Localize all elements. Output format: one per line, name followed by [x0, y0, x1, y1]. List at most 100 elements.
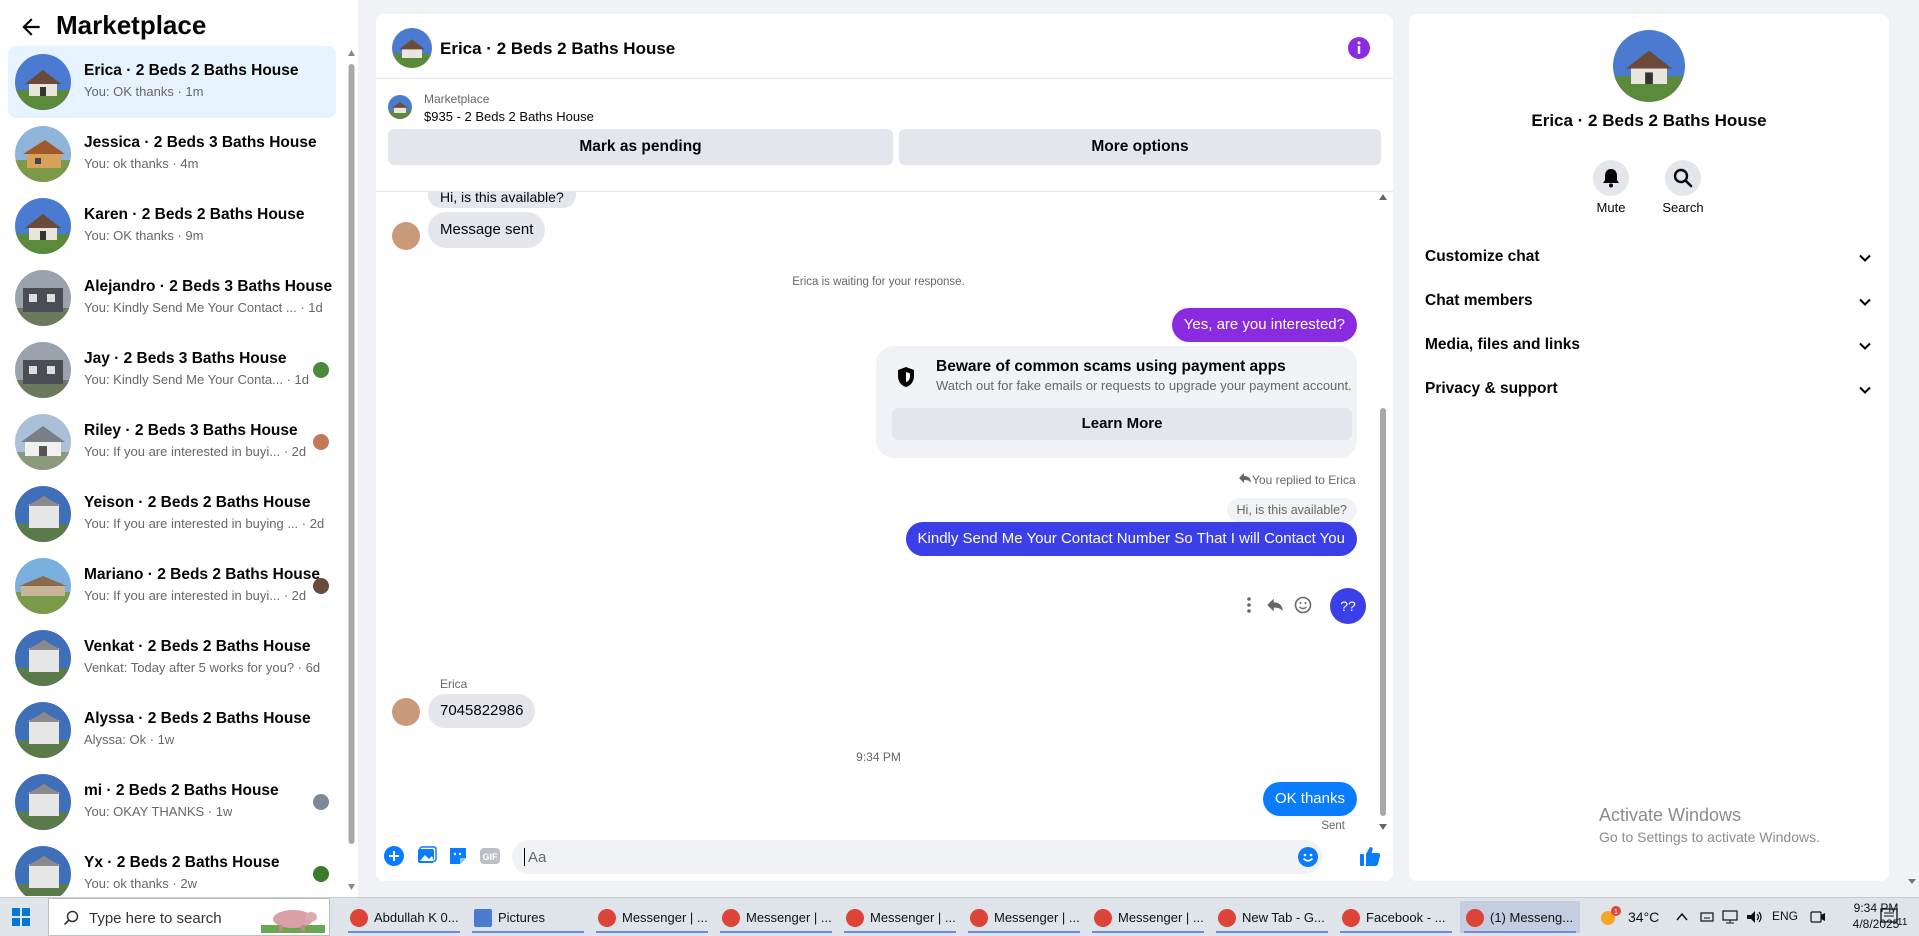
mute-button[interactable] [1593, 160, 1629, 196]
message-input[interactable]: Aa [512, 840, 1322, 874]
seen-avatar [313, 578, 329, 594]
conversation-item[interactable]: Mariano · 2 Beds 2 Baths House You: If y… [8, 550, 336, 622]
waiting-notice: Erica is waiting for your response. [792, 276, 965, 288]
emoji-icon[interactable] [1298, 847, 1318, 867]
message-bubble-outgoing: Kindly Send Me Your Contact Number So Th… [905, 522, 1357, 556]
sidebar-header: Marketplace [0, 0, 358, 50]
conversation-item[interactable]: Venkat · 2 Beds 2 Baths House Venkat: To… [8, 622, 336, 694]
mute-label: Mute [1596, 200, 1626, 215]
pig-decoration-icon [261, 910, 325, 933]
replied-label: You replied to Erica [1252, 473, 1356, 487]
erica-avatar [392, 222, 420, 250]
reply-action-icon[interactable] [1266, 597, 1284, 613]
taskbar-app[interactable]: Messenger | ... [964, 901, 1084, 933]
conversation-item[interactable]: Karen · 2 Beds 2 Baths House You: OK tha… [8, 190, 336, 262]
meet-now-icon[interactable] [1810, 910, 1826, 924]
message-thread: Hi, is this available? Message sent Eric… [376, 192, 1381, 832]
conversation-item[interactable]: Yeison · 2 Beds 2 Baths House You: If yo… [8, 478, 336, 550]
conversation-item[interactable]: Yx · 2 Beds 2 Baths House You: ok thanks… [8, 838, 336, 896]
taskbar-app[interactable]: Messenger | ... [1088, 901, 1208, 933]
windows-taskbar: Type here to search Abdullah K 0... Pict… [0, 897, 1919, 936]
info-icon[interactable] [1348, 37, 1370, 59]
chat-panel: Erica · 2 Beds 2 Baths House Marketplace… [376, 14, 1393, 881]
page-scroll-down-icon[interactable] [1907, 876, 1917, 886]
gif-icon[interactable]: GIF [480, 846, 500, 866]
svg-text:GIF: GIF [483, 852, 499, 862]
more-options-button[interactable]: More options [899, 129, 1381, 165]
conversation-preview: You: Kindly Send Me Your Conta... · 1d [84, 372, 310, 387]
chevron-down-icon [1859, 342, 1871, 350]
conversation-preview: You: OK thanks · 9m [84, 228, 204, 243]
section-title: Chat members [1425, 292, 1533, 309]
house-avatar [15, 558, 71, 614]
network-icon[interactable] [1722, 910, 1738, 924]
chrome-icon [722, 909, 740, 927]
message-composer: GIF Aa [376, 832, 1393, 881]
chat-title[interactable]: Erica · 2 Beds 2 Baths House [440, 39, 675, 59]
chrome-icon [350, 909, 368, 927]
weather-temperature[interactable]: 34°C [1628, 909, 1659, 925]
taskbar-app[interactable]: Messenger | ... [840, 901, 960, 933]
house-avatar [15, 774, 71, 830]
search-button[interactable] [1665, 160, 1701, 196]
taskbar-app[interactable]: Pictures [468, 901, 588, 933]
input-language[interactable]: ENG [1772, 909, 1798, 923]
mark-pending-button[interactable]: Mark as pending [388, 129, 893, 165]
conversation-sidebar: Marketplace Erica · 2 Beds 2 Baths House… [0, 0, 358, 897]
conversation-item[interactable]: Riley · 2 Beds 3 Baths House You: If you… [8, 406, 336, 478]
section-title: Privacy & support [1425, 380, 1558, 397]
media-files-links-section[interactable]: Media, files and links [1425, 324, 1873, 368]
taskbar-app[interactable]: Messenger | ... [716, 901, 836, 933]
photo-icon[interactable] [417, 846, 437, 866]
taskbar-app-indicator [844, 931, 956, 933]
listing-banner: Marketplace $935 - 2 Beds 2 Baths House … [376, 79, 1393, 192]
taskbar-app[interactable]: Abdullah K 0... [344, 901, 464, 933]
message-bubble: 7045822986 [428, 694, 536, 728]
keyboard-icon[interactable] [1700, 910, 1714, 924]
taskbar-search-box[interactable]: Type here to search [48, 898, 330, 936]
thumbs-up-icon[interactable] [1359, 845, 1381, 867]
windows-start-icon[interactable] [12, 908, 30, 926]
listing-thumbnail [388, 95, 412, 119]
listing-title[interactable]: $935 - 2 Beds 2 Baths House [424, 109, 594, 124]
chevron-down-icon [1859, 298, 1871, 306]
svg-text:1: 1 [1614, 909, 1618, 916]
taskbar-app-active[interactable]: (1) Messeng... [1460, 901, 1580, 933]
chat-avatar[interactable] [392, 28, 432, 68]
sticker-icon[interactable] [448, 846, 468, 866]
taskbar-app[interactable]: New Tab - G... [1212, 901, 1332, 933]
more-vertical-icon[interactable] [1246, 596, 1252, 614]
chat-scrollbar[interactable] [1378, 192, 1388, 832]
sidebar-scrollbar[interactable] [347, 50, 356, 890]
taskbar-app[interactable]: Messenger | ... [592, 901, 712, 933]
back-arrow-icon[interactable] [18, 14, 44, 40]
taskbar-app-label: (1) Messeng... [1490, 910, 1574, 925]
taskbar-app[interactable]: Facebook - ... [1336, 901, 1456, 933]
conversation-item[interactable]: Jay · 2 Beds 3 Baths House You: Kindly S… [8, 334, 336, 406]
photos-icon [474, 909, 492, 927]
taskbar-app-label: Pictures [498, 910, 545, 925]
plus-icon[interactable] [384, 846, 404, 866]
house-avatar [15, 270, 71, 326]
chevron-up-icon[interactable] [1676, 912, 1688, 922]
info-avatar[interactable] [1613, 30, 1685, 102]
conversation-preview: You: If you are interested in buyi... · … [84, 588, 307, 603]
section-title: Media, files and links [1425, 336, 1581, 353]
weather-icon[interactable]: 1 [1598, 906, 1622, 928]
conversation-item[interactable]: Alyssa · 2 Beds 2 Baths House Alyssa: Ok… [8, 694, 336, 766]
house-avatar [15, 414, 71, 470]
conversation-item[interactable]: Jessica · 2 Beds 3 Baths House You: ok t… [8, 118, 336, 190]
learn-more-button[interactable]: Learn More [892, 408, 1352, 440]
emoji-react-icon[interactable] [1294, 596, 1312, 614]
volume-icon[interactable] [1746, 910, 1764, 924]
message-bubble-outgoing: OK thanks [1262, 782, 1357, 816]
conversation-preview: You: ok thanks · 4m [84, 156, 199, 171]
shield-icon [898, 367, 914, 387]
privacy-support-section[interactable]: Privacy & support [1425, 368, 1873, 412]
conversation-item[interactable]: Alejandro · 2 Beds 3 Baths House You: Ki… [8, 262, 336, 334]
conversation-item[interactable]: mi · 2 Beds 2 Baths House You: OKAY THAN… [8, 766, 336, 838]
chat-members-section[interactable]: Chat members [1425, 280, 1873, 324]
conversation-item[interactable]: Erica · 2 Beds 2 Baths House You: OK tha… [8, 46, 336, 118]
customize-chat-section[interactable]: Customize chat [1425, 236, 1873, 280]
chat-header: Erica · 2 Beds 2 Baths House [376, 14, 1393, 79]
